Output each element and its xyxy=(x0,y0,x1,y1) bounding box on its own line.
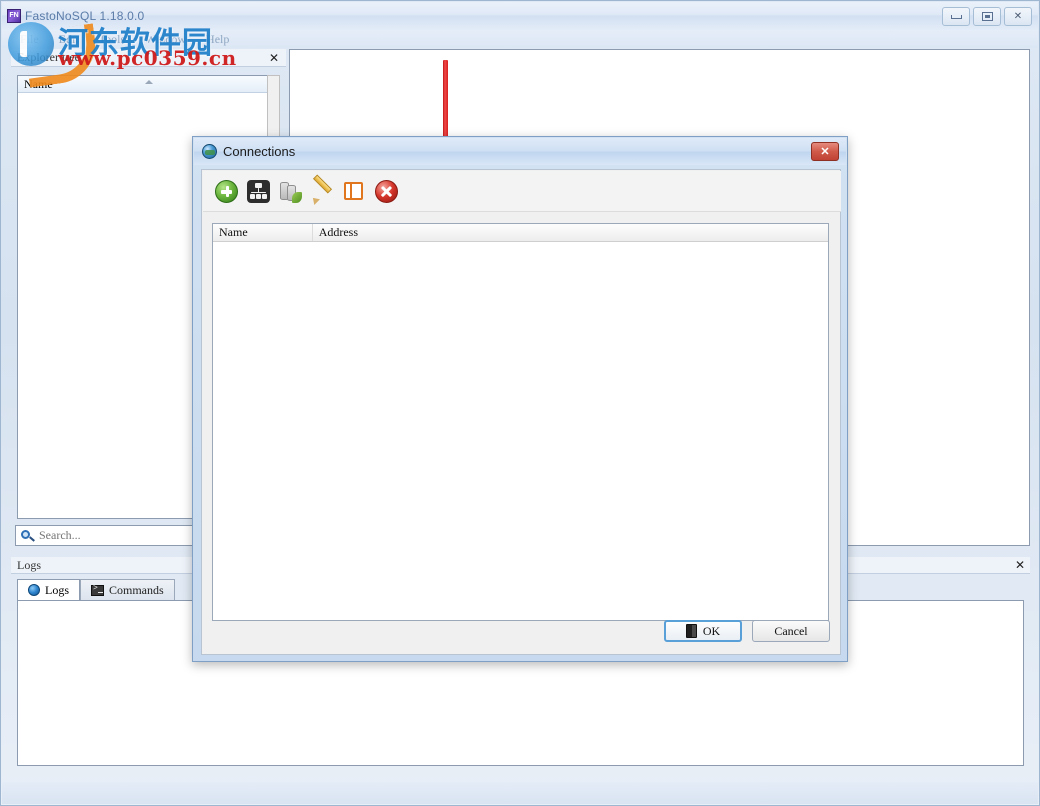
menu-item-file[interactable]: File xyxy=(10,32,49,47)
window-title-bar: FN FastoNoSQL 1.18.0.0 ✕ xyxy=(2,2,1038,30)
minimize-icon xyxy=(950,14,962,19)
maximize-icon xyxy=(981,12,993,21)
cancel-button-label: Cancel xyxy=(774,623,808,638)
pencil-icon[interactable] xyxy=(310,173,334,205)
dialog-toolbar xyxy=(203,171,841,212)
tab-commands[interactable]: Commands xyxy=(80,579,175,600)
logs-tab-bar: Logs Commands xyxy=(17,579,175,600)
tab-commands-label: Commands xyxy=(109,582,164,597)
menu-item-help[interactable]: Help xyxy=(196,32,239,47)
ok-button[interactable]: OK xyxy=(664,620,742,642)
explorer-column-header-name: Name xyxy=(24,76,53,91)
window-controls: ✕ xyxy=(942,7,1032,26)
tab-logs-label: Logs xyxy=(45,582,69,597)
cancel-button[interactable]: Cancel xyxy=(752,620,830,642)
menu-bar: File Edit Tools Window Help xyxy=(2,30,1038,48)
ok-icon xyxy=(685,624,697,638)
status-bar xyxy=(2,782,1038,804)
remove-icon[interactable] xyxy=(375,179,398,203)
add-icon[interactable] xyxy=(215,179,238,203)
sentinel-icon[interactable] xyxy=(279,180,302,203)
dialog-title: Connections xyxy=(223,144,296,159)
search-icon xyxy=(19,529,37,543)
menu-item-tools[interactable]: Tools xyxy=(89,32,136,47)
connections-table-header: Name Address xyxy=(213,224,828,242)
clone-icon[interactable] xyxy=(343,180,366,203)
dialog-button-row: OK Cancel xyxy=(664,620,830,642)
ok-button-label: OK xyxy=(702,623,721,638)
logs-dock-title: Logs xyxy=(17,557,41,572)
window-title: FastoNoSQL 1.18.0.0 xyxy=(25,9,145,23)
explorer-dock-title: Explorer tree xyxy=(17,50,80,64)
console-icon xyxy=(91,584,104,596)
logs-icon xyxy=(28,584,40,596)
sort-ascending-icon xyxy=(144,80,153,84)
connections-table[interactable]: Name Address xyxy=(212,223,829,621)
close-button[interactable]: ✕ xyxy=(1004,7,1032,26)
connections-dialog: Connections ✕ Name Address OK Cancel xyxy=(192,136,848,662)
app-icon: FN xyxy=(7,9,21,23)
column-header-name[interactable]: Name xyxy=(213,224,313,241)
explorer-column-header[interactable]: Name xyxy=(18,76,279,93)
minimize-button[interactable] xyxy=(942,7,970,26)
dialog-close-button[interactable]: ✕ xyxy=(811,142,839,161)
menu-item-edit[interactable]: Edit xyxy=(49,32,89,47)
explorer-dock-titlebar: Explorer tree ✕ xyxy=(11,49,286,67)
cluster-icon[interactable] xyxy=(247,179,270,203)
logs-dock-close-icon[interactable]: ✕ xyxy=(1012,559,1028,571)
column-header-address[interactable]: Address xyxy=(313,224,828,241)
dialog-title-bar: Connections ✕ xyxy=(194,138,846,165)
maximize-button[interactable] xyxy=(973,7,1001,26)
menu-item-window[interactable]: Window xyxy=(135,32,196,47)
globe-icon xyxy=(202,144,217,159)
dialog-content: Name Address OK Cancel xyxy=(201,169,841,655)
tab-logs[interactable]: Logs xyxy=(17,579,80,600)
explorer-dock-close-icon[interactable]: ✕ xyxy=(266,52,282,64)
